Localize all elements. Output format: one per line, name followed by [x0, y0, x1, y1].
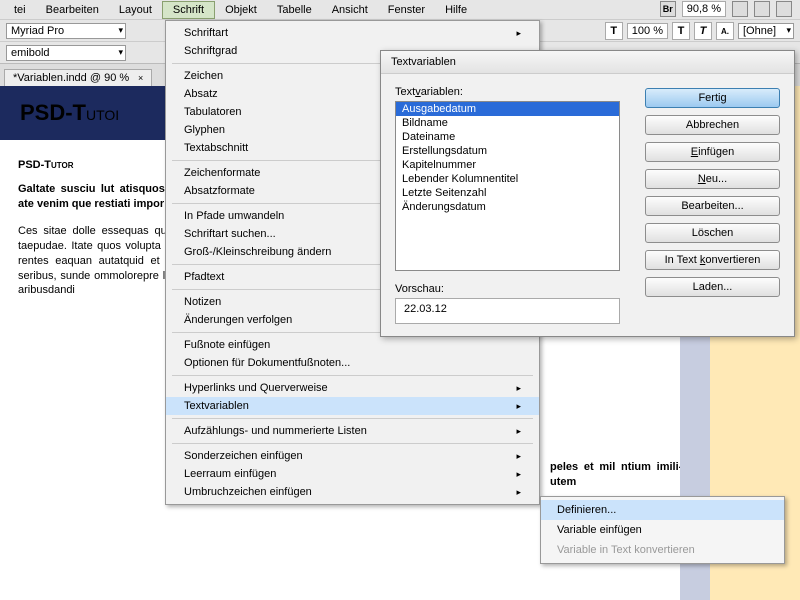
done-button[interactable]: Fertig — [645, 88, 780, 108]
list-row[interactable]: Änderungsdatum — [396, 200, 619, 214]
list-row[interactable]: Erstellungsdatum — [396, 144, 619, 158]
type-zoom[interactable]: 100 % — [627, 23, 668, 39]
zoom-field[interactable]: 90,8 % — [682, 1, 726, 17]
type-toolbar: T 100 % T T A. [Ohne] — [605, 22, 794, 40]
menu-item[interactable]: Sonderzeichen einfügen — [166, 447, 539, 465]
list-row[interactable]: Ausgabedatum — [396, 102, 619, 116]
document-tab[interactable]: *Variablen.indd @ 90 % × — [4, 69, 152, 86]
submenu-item[interactable]: Variable einfügen — [541, 520, 784, 540]
outline-icon[interactable]: T — [694, 22, 712, 40]
menu-hilfe[interactable]: Hilfe — [435, 2, 477, 18]
menu-bearbeiten[interactable]: Bearbeiten — [36, 2, 109, 18]
menu-item[interactable]: Aufzählungs- und nummerierte Listen — [166, 422, 539, 440]
arrange-icon[interactable] — [776, 1, 792, 17]
char-style-select[interactable]: [Ohne] — [738, 23, 794, 39]
load-button[interactable]: Laden... — [645, 277, 780, 297]
edit-button[interactable]: Bearbeiten... — [645, 196, 780, 216]
cancel-button[interactable]: Abbrechen — [645, 115, 780, 135]
list-row[interactable]: Letzte Seitenzahl — [396, 186, 619, 200]
menu-objekt[interactable]: Objekt — [215, 2, 267, 18]
menu-item[interactable]: Hyperlinks und Querverweise — [166, 379, 539, 397]
font-family-select[interactable]: Myriad Pro — [6, 23, 126, 39]
menu-item[interactable]: Textvariablen — [166, 397, 539, 415]
submenu-item[interactable]: Definieren... — [541, 500, 784, 520]
menu-ansicht[interactable]: Ansicht — [322, 2, 378, 18]
delete-button[interactable]: Löschen — [645, 223, 780, 243]
menu-tabelle[interactable]: Tabelle — [267, 2, 322, 18]
bold-icon[interactable]: T — [672, 22, 690, 40]
banner-text-b: UTOI — [86, 107, 119, 123]
menu-item[interactable]: Umbruchzeichen einfügen — [166, 483, 539, 501]
banner-text-a: PSD-T — [20, 100, 86, 125]
menu-schrift[interactable]: Schrift — [162, 1, 215, 19]
menu-item[interactable]: Optionen für Dokumentfußnoten... — [166, 354, 539, 372]
view-icon[interactable] — [732, 1, 748, 17]
top-right-controls: Br 90,8 % — [660, 1, 792, 17]
font-weight-select[interactable]: emibold — [6, 45, 126, 61]
dialog-title: Textvariablen — [381, 51, 794, 74]
list-label: Textvariablen: — [395, 86, 463, 98]
tab-label: *Variablen.indd @ 90 % — [13, 72, 129, 84]
close-icon[interactable]: × — [138, 73, 143, 83]
new-button[interactable]: Neu... — [645, 169, 780, 189]
menu-fenster[interactable]: Fenster — [378, 2, 435, 18]
convert-button[interactable]: In Text konvertieren — [645, 250, 780, 270]
list-row[interactable]: Bildname — [396, 116, 619, 130]
textvariablen-dialog: Textvariablen Textvariablen: Ausgabedatu… — [380, 50, 795, 337]
dialog-buttons: Fertig Abbrechen Einfügen Neu... Bearbei… — [645, 86, 780, 324]
preview-box: 22.03.12 — [395, 298, 620, 324]
textvariablen-submenu: Definieren...Variable einfügenVariable i… — [540, 496, 785, 564]
submenu-item: Variable in Text konvertieren — [541, 540, 784, 560]
menu-item[interactable]: Schriftart — [166, 24, 539, 42]
menu-tei[interactable]: tei — [4, 2, 36, 18]
variables-listbox[interactable]: AusgabedatumBildnameDateinameErstellungs… — [395, 101, 620, 271]
menu-item[interactable]: Fußnote einfügen — [166, 336, 539, 354]
preview-label: Vorschau: — [395, 283, 444, 295]
menu-item[interactable]: Leerraum einfügen — [166, 465, 539, 483]
list-row[interactable]: Kapitelnummer — [396, 158, 619, 172]
menu-layout[interactable]: Layout — [109, 2, 162, 18]
type-tool-icon[interactable]: T — [605, 22, 623, 40]
br-icon[interactable]: Br — [660, 1, 676, 17]
list-row[interactable]: Lebender Kolumnentitel — [396, 172, 619, 186]
list-row[interactable]: Dateiname — [396, 130, 619, 144]
small-a-icon[interactable]: A. — [716, 22, 734, 40]
insert-button[interactable]: Einfügen — [645, 142, 780, 162]
screen-icon[interactable] — [754, 1, 770, 17]
